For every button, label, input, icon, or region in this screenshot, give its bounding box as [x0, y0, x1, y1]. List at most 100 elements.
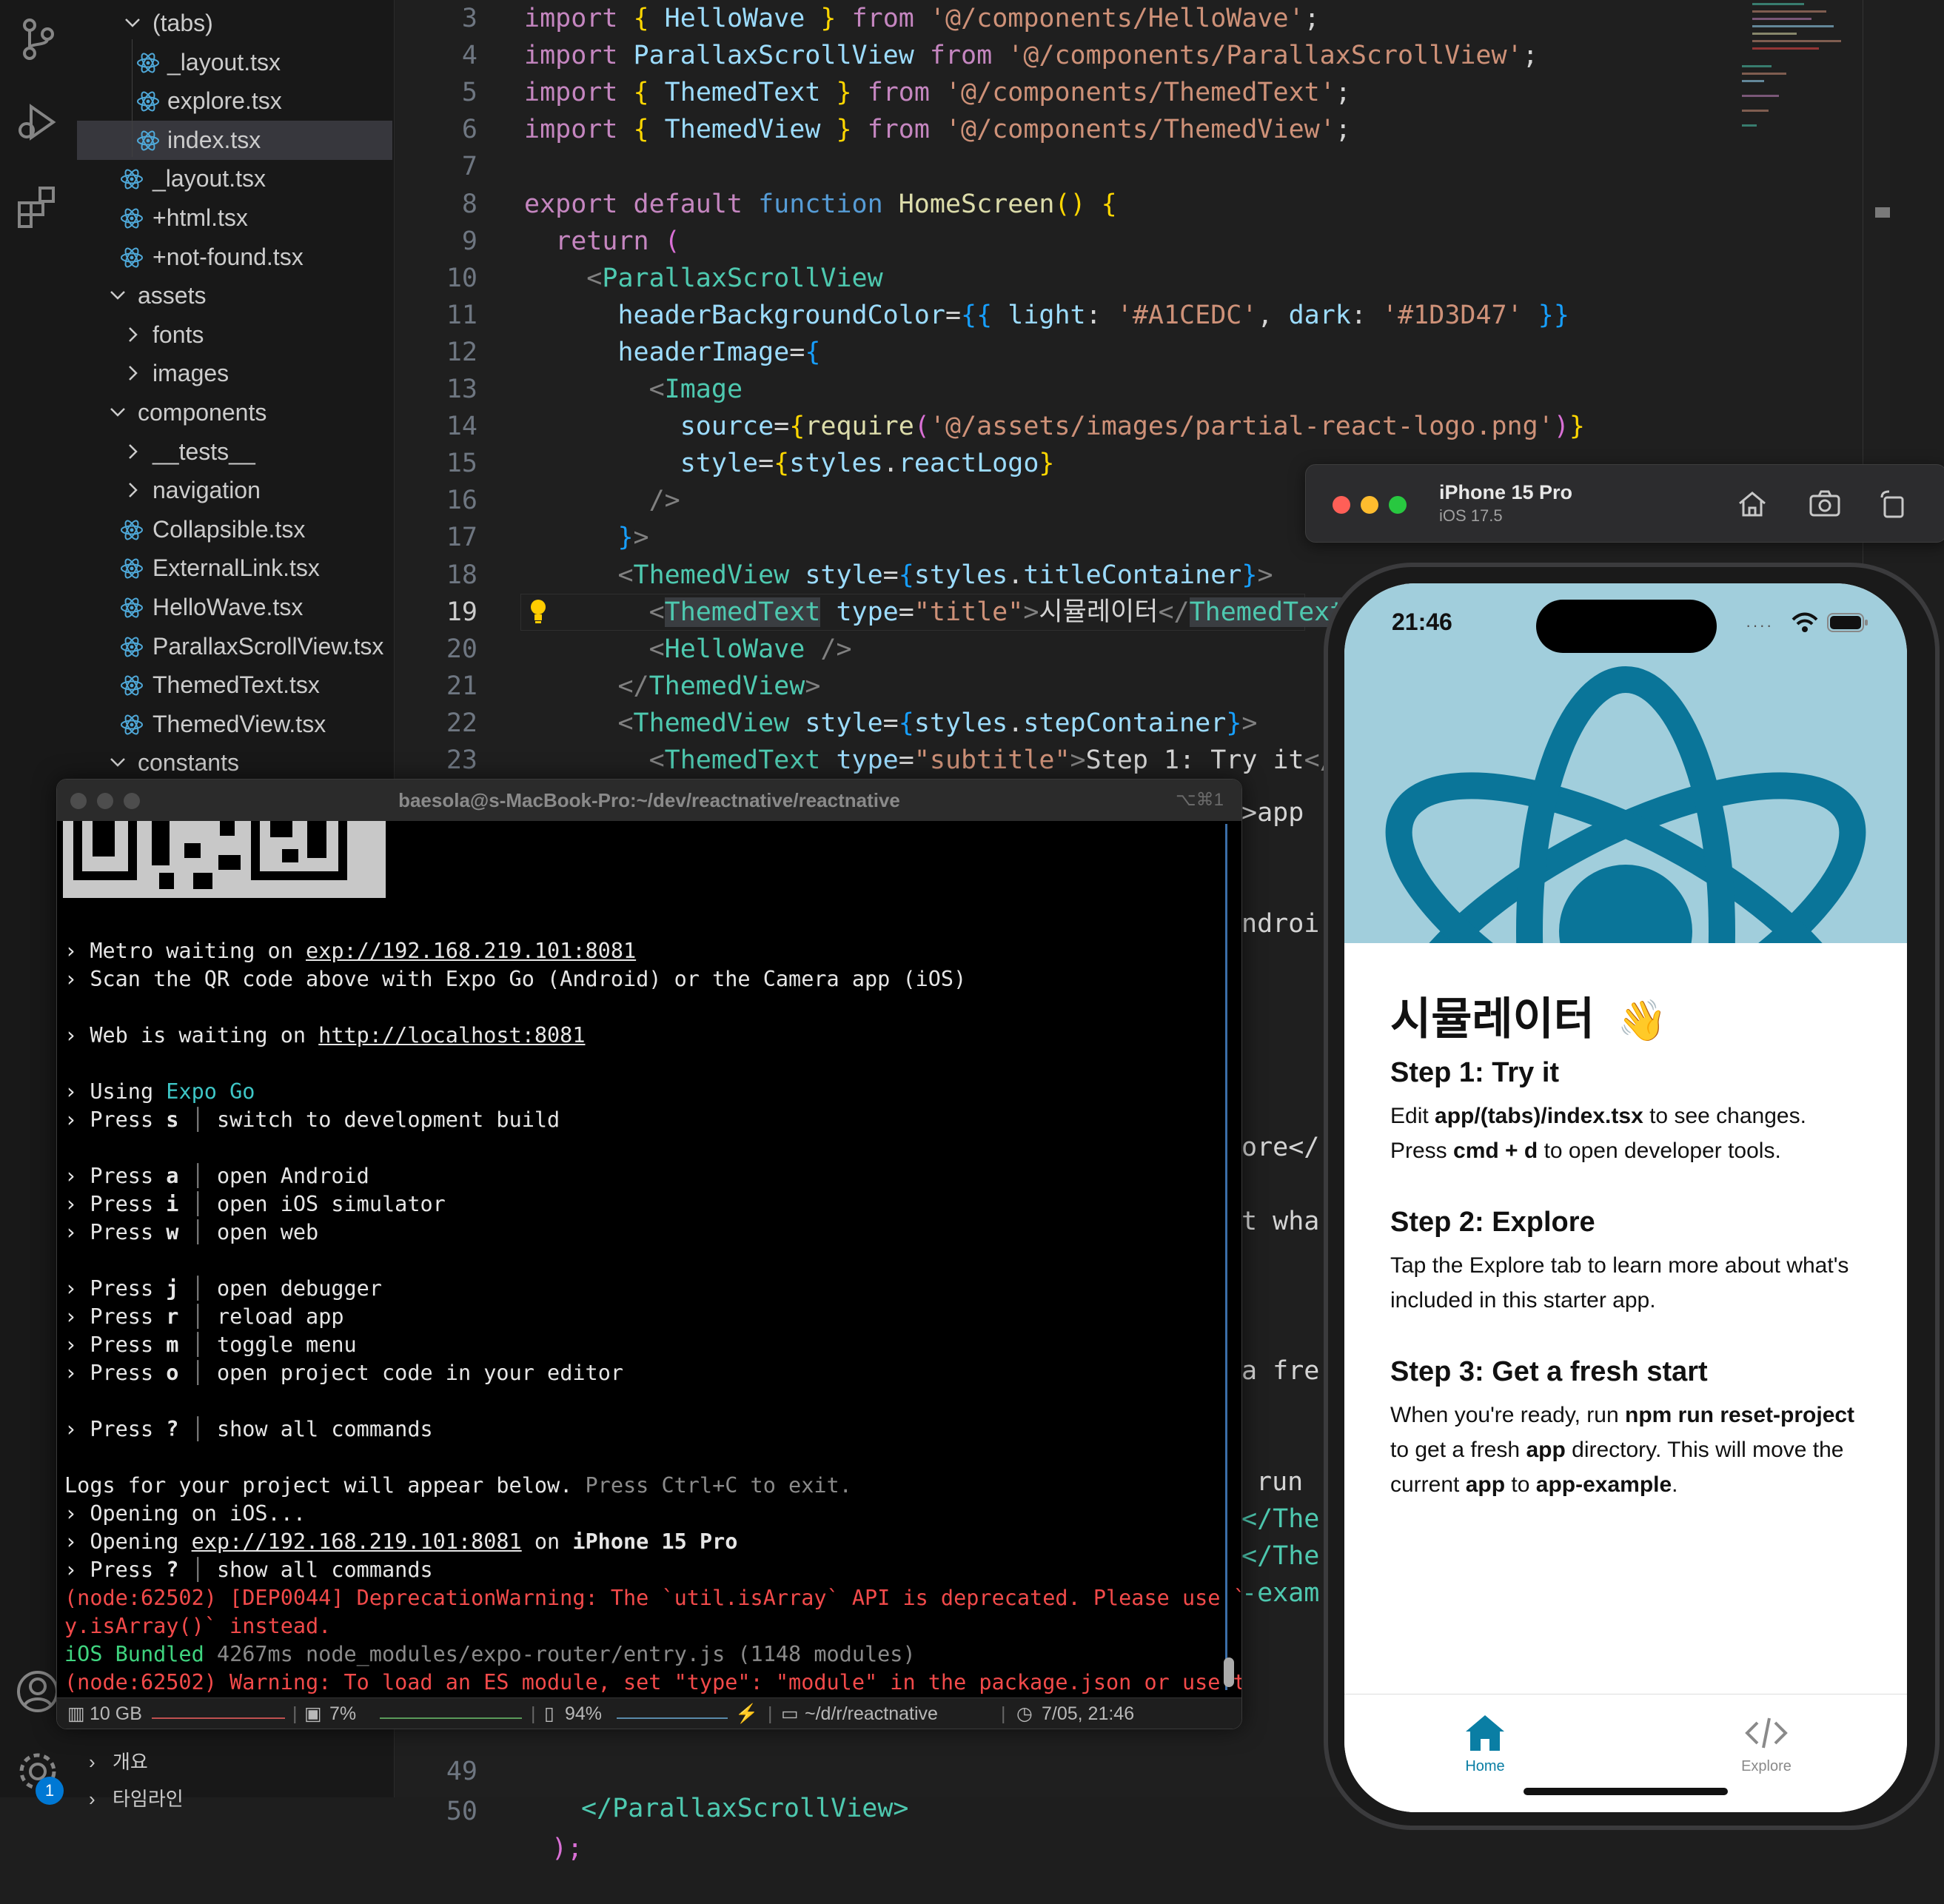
dynamic-island	[1536, 600, 1717, 653]
section-outline[interactable]: › 개요	[77, 1743, 394, 1780]
line-number: 5	[461, 78, 477, 108]
line-number: 6	[461, 115, 477, 145]
sim-minimize-button[interactable]	[1361, 496, 1378, 514]
tree-item-label: components	[138, 399, 267, 426]
source-control-icon[interactable]	[13, 15, 62, 64]
line-number: 16	[446, 486, 477, 516]
terminal-scrollbar[interactable]	[1224, 1657, 1234, 1687]
clock-icon: ◷	[1016, 1703, 1033, 1724]
run-debug-icon[interactable]	[13, 98, 62, 147]
tree-item-label: _layout.tsx	[152, 165, 266, 192]
tab-home-label: Home	[1465, 1758, 1505, 1774]
rotate-icon[interactable]	[1876, 487, 1910, 521]
code-line: 7	[395, 148, 1305, 185]
tree-item-label: (tabs)	[152, 10, 213, 36]
terminal-title: baesola@s-MacBook-Pro:~/dev/reactnative/…	[398, 789, 900, 811]
status-time: 21:46	[1392, 609, 1452, 635]
line-number: 12	[446, 337, 477, 367]
tree-item[interactable]: assets	[77, 276, 394, 315]
home-icon	[1466, 1715, 1504, 1751]
terminal-titlebar[interactable]: baesola@s-MacBook-Pro:~/dev/reactnative/…	[57, 780, 1241, 821]
minimap[interactable]	[1734, 0, 1841, 141]
code-line: 13 <Image	[395, 371, 1305, 408]
tree-item[interactable]: fonts	[77, 315, 394, 355]
tree-item[interactable]: +not-found.tsx	[77, 238, 394, 277]
terminal-line: › Using Expo Go	[64, 1079, 255, 1104]
code-text: style={styles.reactLogo}	[680, 449, 1055, 479]
signal-icon: ····	[1746, 616, 1774, 634]
terminal-scroll-track[interactable]	[1225, 824, 1227, 1690]
account-icon[interactable]	[13, 1667, 62, 1716]
app-screen[interactable]: 21:46 ···· 시뮬레이터 👋 Step 1: Try it Edit a…	[1344, 583, 1907, 1812]
tree-item[interactable]: HelloWave.tsx	[77, 588, 394, 627]
sim-zoom-button[interactable]	[1389, 496, 1407, 514]
lightbulb-icon[interactable]	[528, 598, 549, 625]
line-number: 7	[461, 152, 477, 182]
extensions-icon[interactable]	[13, 182, 62, 231]
code-line: 23 <ThemedText type="subtitle">Step 1: T…	[395, 742, 1351, 779]
code-text: return (	[555, 226, 680, 256]
code-line: 16 />	[395, 482, 1305, 519]
react-file-icon	[121, 169, 143, 190]
terminal-status-bar: ▥ 10 GB | ▣ 7% | ▯ 94% ⚡ | ▭ ~/d/r/react…	[57, 1697, 1241, 1729]
code-text: }>	[617, 523, 649, 553]
memory-value: 10 GB	[90, 1703, 142, 1724]
terminal-window[interactable]: baesola@s-MacBook-Pro:~/dev/reactnative/…	[56, 779, 1242, 1729]
tree-item[interactable]: +html.tsx	[77, 198, 394, 238]
code-line: 18 <ThemedView style={styles.titleContai…	[395, 557, 1305, 594]
react-file-icon	[121, 675, 143, 696]
tree-item[interactable]: navigation	[77, 471, 394, 510]
sim-close-button[interactable]	[1333, 496, 1350, 514]
tree-item[interactable]: components	[77, 393, 394, 432]
tree-item[interactable]: __tests__	[77, 432, 394, 472]
line-number: 19	[446, 597, 477, 627]
home-icon[interactable]	[1735, 487, 1769, 521]
terminal-line: › Press a │ open Android	[64, 1164, 369, 1188]
tree-item[interactable]: Collapsible.tsx	[77, 510, 394, 549]
tree-item[interactable]: constants	[77, 743, 394, 782]
simulator-toolbar[interactable]: iPhone 15 Pro iOS 17.5	[1305, 464, 1944, 543]
tree-item[interactable]: (tabs)	[77, 4, 394, 43]
terminal-line: › Press w │ open web	[64, 1220, 319, 1244]
tree-item[interactable]: index.tsx	[77, 120, 392, 160]
tree-item[interactable]: ThemedView.tsx	[77, 705, 394, 744]
tree-item-label: __tests__	[152, 438, 255, 465]
folder-icon: ▭	[781, 1703, 799, 1724]
tree-item-label: assets	[138, 282, 207, 309]
code-fragment: run	[1256, 1467, 1304, 1497]
tree-item[interactable]: explore.tsx	[77, 81, 394, 121]
code-line: 5 import { ThemedText } from '@/component…	[395, 74, 1351, 111]
code-text: import ParallaxScrollView from '@/compon…	[524, 41, 1538, 71]
tree-item-label: +html.tsx	[152, 204, 248, 231]
home-indicator[interactable]	[1524, 1788, 1728, 1795]
tree-item[interactable]: ThemedText.tsx	[77, 666, 394, 705]
step1-body: Edit app/(tabs)/index.tsx to see changes…	[1390, 1104, 1806, 1163]
tree-item-label: fonts	[152, 321, 204, 348]
tree-item-label: constants	[138, 749, 239, 777]
step1-title: Step 1: Try it	[1390, 1057, 1560, 1088]
chevron-right-icon	[129, 483, 138, 498]
terminal-line: › Metro waiting on exp://192.168.219.101…	[64, 939, 637, 963]
tree-item-label: +not-found.tsx	[152, 243, 304, 270]
code-line: 3 import { HelloWave } from '@/components…	[395, 0, 1320, 37]
tree-item[interactable]: ExternalLink.tsx	[77, 549, 394, 588]
screenshot-icon[interactable]	[1808, 487, 1842, 521]
cpu-graph	[380, 1709, 522, 1719]
step3-title: Step 3: Get a fresh start	[1390, 1356, 1708, 1387]
terminal-line: › Press j │ open debugger	[64, 1276, 382, 1301]
indent-guide	[132, 39, 133, 157]
code-fragment: </The	[1241, 1504, 1320, 1534]
code-text: headerImage={	[617, 337, 821, 367]
tree-item[interactable]: _layout.tsx	[77, 159, 394, 198]
tree-item[interactable]: images	[77, 354, 394, 393]
section-timeline-label: 타임라인	[113, 1788, 184, 1810]
section-timeline[interactable]: › 타임라인	[77, 1780, 394, 1817]
code-text: import { HelloWave } from '@/components/…	[524, 4, 1320, 33]
tab-explore[interactable]: Explore	[1722, 1695, 1811, 1806]
tab-home[interactable]: Home	[1441, 1695, 1529, 1806]
tree-item[interactable]: ParallaxScrollView.tsx	[77, 627, 394, 666]
terminal-line: › Press ? │ show all commands	[64, 1417, 433, 1441]
code-line: 10 <ParallaxScrollView	[395, 260, 1305, 297]
code-text: headerBackgroundColor={{ light: '#A1CEDC…	[617, 300, 1569, 330]
tree-item[interactable]: _layout.tsx	[77, 43, 394, 82]
